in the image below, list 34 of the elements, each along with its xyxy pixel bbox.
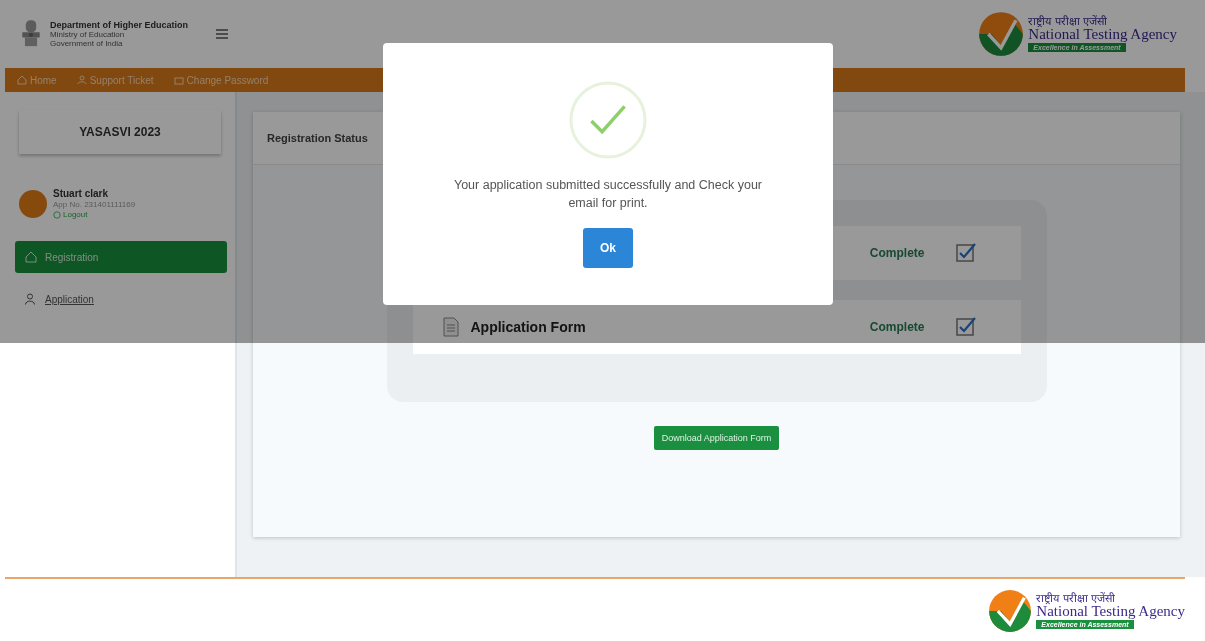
status-text: Complete [869,246,925,260]
menu-button[interactable] [214,27,230,41]
checkmark-logo-icon [988,589,1033,633]
checkmark-icon [569,81,647,159]
card-title: Registration Status [267,132,368,144]
avatar [19,189,47,218]
agency-name-hindi: राष्ट्रीय परीक्षा एजेंसी [1028,15,1108,28]
home-icon [25,251,37,263]
agency-name: National Testing Agency [1028,27,1177,43]
checkmark-logo-icon [978,11,1025,57]
sidebar-item[interactable]: Application [15,283,227,315]
nav-link[interactable]: Change Password [173,74,269,86]
government-name: Government of India [50,39,124,48]
logout-link[interactable]: Logout [53,210,136,219]
sidebar-item[interactable]: Registration [15,241,227,273]
user-icon [76,75,87,85]
status-text: Complete [869,320,925,334]
agency-name: National Testing Agency [1036,604,1185,620]
row-label: Application Form [470,319,586,335]
nav-link[interactable]: Home [17,74,57,86]
home-icon [17,75,27,85]
ok-button[interactable]: Ok [583,228,633,268]
dialog-message: Your application submitted successfully and Check your email for print. [452,177,763,212]
document-icon [442,317,459,337]
download-button[interactable]: Download Application Form [653,426,780,450]
agency-name-hindi: राष्ट्रीय परीक्षा एजेंसी [1036,592,1116,605]
exam-title-card: YASASVI 2023 [19,110,221,154]
user-icon [25,293,37,305]
power-icon [53,210,61,219]
department-name: Department of Higher Education [50,20,188,30]
nav-link[interactable]: Support Ticket [76,74,154,86]
user-name: Stuart clark [53,188,110,199]
ministry-name: Ministry of Education [50,30,126,39]
menu-icon [216,29,228,39]
